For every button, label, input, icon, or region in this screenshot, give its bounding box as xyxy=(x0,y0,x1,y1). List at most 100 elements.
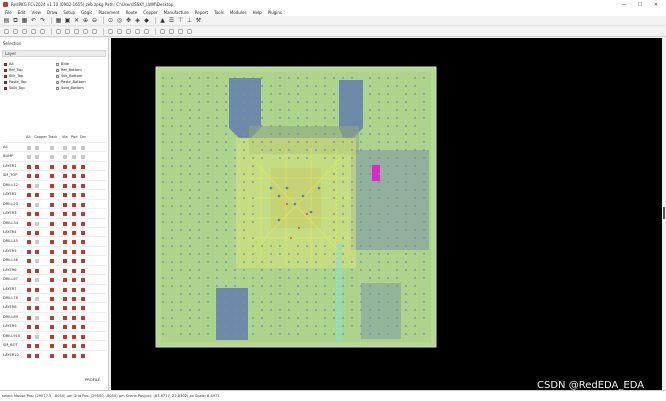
layer-checkbox[interactable] xyxy=(27,306,31,311)
menu-help[interactable]: Help xyxy=(250,10,265,15)
layer-checkbox[interactable] xyxy=(27,353,31,358)
menu-route[interactable]: Route xyxy=(123,10,141,15)
layer-checkbox[interactable] xyxy=(50,334,54,339)
layer-checkbox[interactable] xyxy=(27,240,31,245)
route-icon[interactable]: ◻ xyxy=(73,28,80,35)
text-icon[interactable]: ◻ xyxy=(30,28,37,35)
layer-checkbox[interactable] xyxy=(35,259,39,264)
layer-checkbox[interactable] xyxy=(35,164,39,169)
via-icon[interactable]: ◻ xyxy=(39,28,46,35)
poly-icon[interactable]: ◻ xyxy=(64,28,71,35)
layer-checkbox[interactable] xyxy=(35,353,39,358)
align-icon[interactable]: ⊤ xyxy=(177,17,184,24)
layer-checkbox[interactable] xyxy=(27,155,31,160)
layer-checkbox[interactable] xyxy=(50,146,54,150)
layer-checkbox[interactable] xyxy=(72,183,76,188)
layer-checkbox[interactable] xyxy=(63,164,67,169)
layer-checkbox[interactable] xyxy=(50,212,54,217)
layer-checkbox[interactable] xyxy=(81,278,85,283)
layer-checkbox[interactable] xyxy=(72,278,76,283)
tune-icon[interactable]: ◻ xyxy=(91,28,98,35)
layer-checkbox[interactable] xyxy=(27,164,31,169)
layer-checkbox[interactable] xyxy=(81,249,85,254)
layer-checkbox[interactable] xyxy=(72,155,76,160)
menu-tools[interactable]: Tools xyxy=(211,10,227,15)
layer-checkbox[interactable] xyxy=(81,164,85,169)
layer-checkbox[interactable] xyxy=(27,183,31,188)
pcb-canvas[interactable] xyxy=(111,38,662,390)
layer-checkbox[interactable] xyxy=(35,155,39,160)
layer-checkbox[interactable] xyxy=(27,174,31,179)
layer-checkbox[interactable] xyxy=(50,183,54,188)
layer-checkbox[interactable] xyxy=(72,297,76,301)
layer-row[interactable]: DRILL910 xyxy=(2,330,106,340)
layer-checkbox[interactable] xyxy=(35,287,39,292)
layer-checkbox[interactable] xyxy=(27,230,31,235)
menu-report[interactable]: Report xyxy=(192,10,211,15)
layer-checkbox[interactable] xyxy=(63,259,67,264)
layer-checkbox[interactable] xyxy=(35,183,39,188)
checkbox[interactable] xyxy=(4,69,7,73)
layer-row[interactable]: DRILL23 xyxy=(2,198,106,208)
layer-checkbox[interactable] xyxy=(72,146,76,150)
undo-icon[interactable]: ↶ xyxy=(30,17,37,24)
layer-row[interactable]: LAYER5 xyxy=(2,245,106,255)
layer-checkbox[interactable] xyxy=(81,259,85,264)
layer-checkbox[interactable] xyxy=(35,146,39,150)
layer-checkbox[interactable] xyxy=(81,306,85,311)
layer-checkbox[interactable] xyxy=(27,287,31,292)
layer-checkbox[interactable] xyxy=(72,259,76,264)
layer-row[interactable]: DRILL56 xyxy=(2,255,106,264)
checkbox[interactable] xyxy=(56,69,59,73)
layer-row[interactable]: All xyxy=(2,142,106,151)
layer-checkbox[interactable] xyxy=(27,268,31,273)
layer-checkbox[interactable] xyxy=(35,306,39,311)
layer-checkbox[interactable] xyxy=(72,249,76,254)
layer-checkbox[interactable] xyxy=(72,344,76,349)
flag-paste-top[interactable]: Paste_Top xyxy=(4,80,27,85)
layer-checkbox[interactable] xyxy=(27,249,31,254)
layer-checkbox[interactable] xyxy=(50,325,54,330)
layer-checkbox[interactable] xyxy=(81,353,85,358)
layer-checkbox[interactable] xyxy=(63,353,67,358)
flag-all[interactable]: All xyxy=(4,62,13,67)
layer-checkbox[interactable] xyxy=(81,230,85,235)
layer-checkbox[interactable] xyxy=(27,278,31,283)
layer-icon[interactable]: ◈ xyxy=(134,17,141,24)
layer-checkbox[interactable] xyxy=(81,221,85,226)
layer-checkbox[interactable] xyxy=(35,315,39,320)
layer-checkbox[interactable] xyxy=(50,278,54,283)
checkbox[interactable] xyxy=(4,75,7,79)
layer-row[interactable]: SM_BOT xyxy=(2,340,106,349)
layer-checkbox[interactable] xyxy=(81,174,85,179)
layer-checkbox[interactable] xyxy=(35,240,39,245)
layer-checkbox[interactable] xyxy=(50,202,54,207)
flag-blde[interactable]: Blde xyxy=(56,62,69,67)
3d-icon[interactable]: ◆ xyxy=(143,17,150,24)
layer-checkbox[interactable] xyxy=(35,174,39,179)
layer-checkbox[interactable] xyxy=(63,240,67,245)
layer-checkbox[interactable] xyxy=(72,325,76,330)
diff-icon[interactable]: ◻ xyxy=(82,28,89,35)
checkbox[interactable] xyxy=(4,87,7,91)
tool-icon[interactable]: ⚒ xyxy=(195,17,202,24)
grid2-icon[interactable]: ◻ xyxy=(186,28,193,35)
menu-manufacture[interactable]: Manufacture xyxy=(161,10,192,15)
maximize-button[interactable]: ☐ xyxy=(632,0,648,9)
canvas-scroll-handle[interactable] xyxy=(663,207,665,219)
menu-placement[interactable]: Placement xyxy=(95,10,122,15)
checkbox[interactable] xyxy=(4,63,7,67)
layer-checkbox[interactable] xyxy=(35,249,39,254)
line-icon[interactable]: ◻ xyxy=(3,28,10,35)
layer-checkbox[interactable] xyxy=(72,334,76,339)
cut-icon[interactable]: ◻ xyxy=(116,28,123,35)
layer-checkbox[interactable] xyxy=(63,174,67,179)
pan-icon[interactable]: ✥ xyxy=(125,17,132,24)
layer-checkbox[interactable] xyxy=(27,212,31,217)
menu-file[interactable]: File xyxy=(2,10,15,15)
layer-row[interactable]: DRILL67 xyxy=(2,274,106,283)
layer-checkbox[interactable] xyxy=(72,315,76,320)
flag-ref-bottom[interactable]: Ref_Bottom xyxy=(56,68,82,73)
flag-ref-top[interactable]: Ref_Top xyxy=(4,68,23,73)
layer-checkbox[interactable] xyxy=(27,193,31,198)
